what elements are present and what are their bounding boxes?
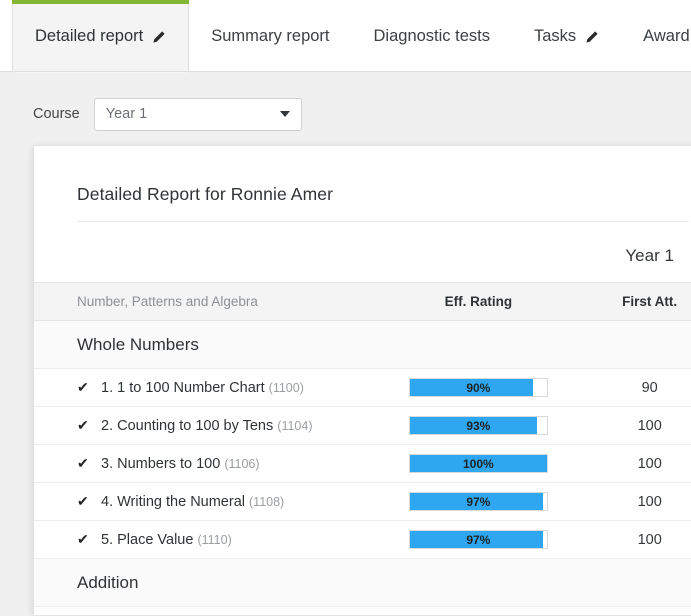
eff-rating-cell: 90% [387, 369, 569, 407]
topic-name-cell: ✔ 5. Place Value (1110) [34, 521, 387, 559]
table-row[interactable]: ✔ 4. Writing the Numeral (1108) 97% 100 [34, 483, 691, 521]
column-header-row: Number, Patterns and Algebra Eff. Rating… [34, 283, 691, 321]
progress-bar-label: 93% [410, 417, 547, 434]
progress-bar: 100% [409, 454, 548, 473]
table-row[interactable]: ✔ 3. Numbers to 100 (1106) 100% 100 [34, 445, 691, 483]
topic-name-cell: ✔ 1. 1 to 100 Number Chart (1100) [34, 369, 387, 407]
section-header-row: Whole Numbers [34, 321, 691, 369]
first-att-cell: 100 [569, 445, 691, 483]
check-icon: ✔ [77, 379, 93, 396]
check-icon: ✔ [77, 493, 93, 510]
check-icon: ✔ [77, 455, 93, 472]
pencil-icon[interactable] [152, 30, 166, 44]
topic-code: (1110) [197, 533, 231, 547]
tab-awards-label: Award [643, 27, 689, 46]
topic-name-cell: ✔ 4. Writing the Numeral (1108) [34, 483, 387, 521]
column-header-eff-rating: Eff. Rating [387, 283, 569, 321]
course-select[interactable]: Year 1 [94, 98, 302, 131]
topic-code: (1104) [277, 419, 312, 433]
year-group-spacer [34, 222, 387, 283]
page-title: Detailed Report for Ronnie Amer [34, 146, 691, 221]
tab-bar: Detailed report Summary report Diagnosti… [0, 0, 691, 72]
caret-down-icon [280, 111, 290, 117]
course-select-value: Year 1 [106, 106, 147, 122]
tab-diagnostic-tests-label: Diagnostic tests [374, 27, 490, 46]
report-card: Detailed Report for Ronnie Amer Year 1 N… [33, 145, 691, 616]
check-icon: ✔ [77, 531, 93, 548]
detailed-report-table: Year 1 Number, Patterns and Algebra Eff.… [34, 222, 691, 616]
section-title: Addition [34, 559, 691, 607]
table-row[interactable]: ✔ 2. Counting to 100 by Tens (1104) 93% 1… [34, 407, 691, 445]
topic-label: 5. Place Value [101, 532, 193, 548]
column-header-strand: Number, Patterns and Algebra [34, 283, 387, 321]
tab-detailed-report-label: Detailed report [35, 27, 143, 46]
progress-bar-label: 97% [410, 531, 547, 548]
first-att-cell: 100 [569, 483, 691, 521]
first-att-cell: 100 [569, 521, 691, 559]
progress-bar-label: 97% [410, 493, 547, 510]
topic-label: 3. Numbers to 100 [101, 456, 220, 472]
topic-code: (1108) [249, 495, 284, 509]
tab-summary-report-label: Summary report [211, 27, 329, 46]
eff-rating-cell [387, 607, 569, 616]
table-row[interactable]: ✔ 1. 1 to 100 Number Chart (1100) 90% 90 [34, 369, 691, 407]
topic-name-cell: ✔ 2. Counting to 100 by Tens (1104) [34, 407, 387, 445]
topic-label: 4. Writing the Numeral [101, 494, 245, 510]
progress-bar: 97% [409, 530, 548, 549]
first-att-cell: 90 [569, 369, 691, 407]
section-title: Whole Numbers [34, 321, 691, 369]
section-header-row: Addition [34, 559, 691, 607]
progress-bar: 90% [409, 378, 548, 397]
tab-awards[interactable]: Award [621, 0, 691, 72]
topic-code: (1106) [224, 457, 259, 471]
year-group-row: Year 1 [34, 222, 691, 283]
course-label: Course [33, 106, 80, 122]
eff-rating-cell: 97% [387, 521, 569, 559]
year-group-spacer [387, 222, 569, 283]
table-row[interactable] [34, 607, 691, 616]
eff-rating-cell: 93% [387, 407, 569, 445]
progress-bar: 97% [409, 492, 548, 511]
first-att-cell: 100 [569, 407, 691, 445]
course-selector-row: Course Year 1 [0, 72, 691, 136]
topic-name-cell: ✔ 3. Numbers to 100 (1106) [34, 445, 387, 483]
table-row[interactable]: ✔ 5. Place Value (1110) 97% 100 [34, 521, 691, 559]
eff-rating-cell: 97% [387, 483, 569, 521]
column-header-first-att: First Att. [569, 283, 691, 321]
tab-summary-report[interactable]: Summary report [189, 0, 351, 72]
year-group-label: Year 1 [569, 222, 691, 283]
topic-label: 2. Counting to 100 by Tens [101, 418, 273, 434]
check-icon: ✔ [77, 417, 93, 434]
tab-diagnostic-tests[interactable]: Diagnostic tests [352, 0, 512, 72]
progress-bar: 93% [409, 416, 548, 435]
progress-bar-label: 100% [410, 455, 547, 472]
first-att-cell [569, 607, 691, 616]
tab-tasks[interactable]: Tasks [512, 0, 621, 72]
topic-label: 1. 1 to 100 Number Chart [101, 380, 265, 396]
topic-name-cell [34, 607, 387, 616]
progress-bar-label: 90% [410, 379, 547, 396]
tab-tasks-label: Tasks [534, 27, 576, 46]
tab-detailed-report[interactable]: Detailed report [12, 0, 189, 72]
pencil-icon[interactable] [585, 30, 599, 44]
topic-code: (1100) [269, 381, 304, 395]
eff-rating-cell: 100% [387, 445, 569, 483]
